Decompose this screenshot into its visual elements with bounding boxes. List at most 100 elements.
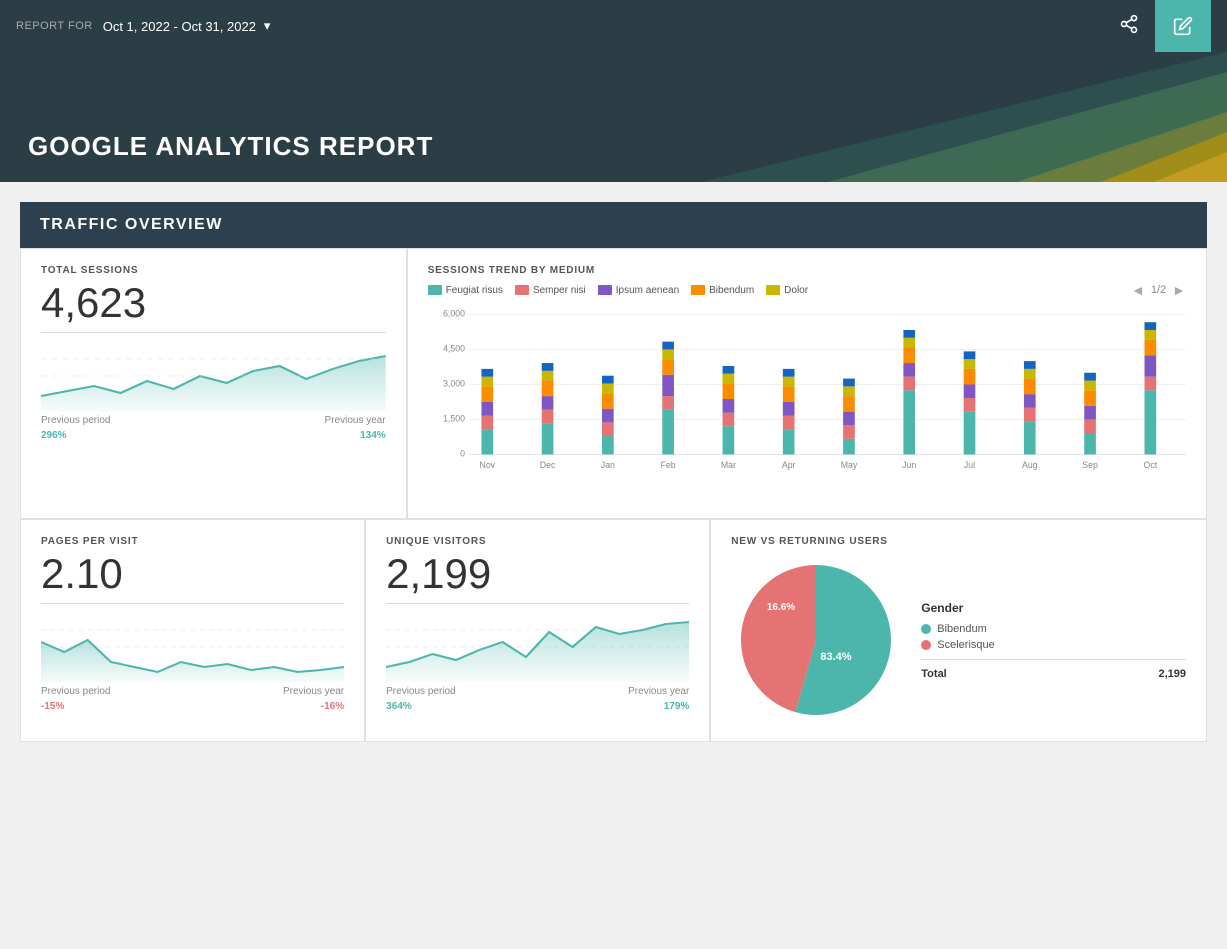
legend-item-dolor: Dolor [766,285,808,296]
legend-scelerisque: Scelerisque [921,639,1186,651]
legend-label-bibendum: Bibendum [709,285,754,296]
total-sessions-card: TOTAL SESSIONS 4,623 [20,248,407,519]
legend-item-ipsum: Ipsum aenean [598,285,679,296]
unique-visitors-footer: Previous period Previous year [386,686,689,697]
top-bar: REPORT FOR Oct 1, 2022 - Oct 31, 2022 ▾ [0,0,1227,52]
top-bar-left: REPORT FOR Oct 1, 2022 - Oct 31, 2022 ▾ [16,18,270,34]
sessions-trend-label: SESSIONS TREND BY MEDIUM [428,265,1186,276]
svg-text:83.4%: 83.4% [821,651,852,663]
share-button[interactable] [1103,6,1155,47]
pie-section: 83.4% 16.6% Gender Bibendum Scelerisque [731,555,1186,725]
new-vs-returning-label: NEW VS RETURNING USERS [731,536,1186,547]
gender-title: Gender [921,601,1186,615]
legend-swatch-bibendum [691,285,705,295]
scelerisque-label: Scelerisque [937,639,994,651]
date-range-selector[interactable]: Oct 1, 2022 - Oct 31, 2022 ▾ [103,18,271,34]
pages-per-visit-value: 2.10 [41,553,344,595]
legend-swatch-feugiat [428,285,442,295]
total-value: 2,199 [1158,668,1186,680]
prev-year-value: 134% [360,430,386,441]
bibendum-label: Bibendum [937,623,987,635]
section-title: TRAFFIC OVERVIEW [40,216,223,233]
uv-prev-period-label: Previous period [386,686,455,697]
pages-per-visit-card: PAGES PER VISIT 2.10 [20,519,365,742]
svg-text:6,000: 6,000 [443,308,465,318]
report-for-label: REPORT FOR [16,20,93,32]
bibendum-dot [921,624,931,634]
svg-text:Jul: Jul [964,460,975,470]
svg-text:16.6%: 16.6% [767,602,795,613]
bar-chart: 6,000 4,500 3,000 1,500 0 [428,302,1186,497]
ppv-prev-year-value: -16% [321,701,344,712]
ppv-prev-year-label: Previous year [283,686,344,697]
prev-year-label: Previous year [325,415,386,426]
content-area: TRAFFIC OVERVIEW TOTAL SESSIONS 4,623 [0,182,1227,742]
unique-visitors-sparkline [386,612,689,682]
ppv-prev-period-label: Previous period [41,686,110,697]
svg-text:Jan: Jan [600,460,614,470]
svg-text:Oct: Oct [1143,460,1157,470]
legend-item-feugiat: Feugiat risus [428,285,503,296]
page-indicator: ◄ 1/2 ► [1131,282,1186,298]
page-number: 1/2 [1151,284,1166,296]
next-page-button[interactable]: ► [1172,282,1186,298]
legend-label-ipsum: Ipsum aenean [616,285,679,296]
pie-legend: Gender Bibendum Scelerisque Total 2,199 [921,601,1186,680]
legend-item-bibendum: Bibendum [691,285,754,296]
total-sessions-label: TOTAL SESSIONS [41,265,386,276]
prev-period-value: 296% [41,430,67,441]
pie-chart: 83.4% 16.6% [731,555,901,725]
top-cards-row: TOTAL SESSIONS 4,623 [20,248,1207,519]
trend-legend: Feugiat risus Semper nisi Ipsum aenean B… [428,282,1186,298]
legend-label-dolor: Dolor [784,285,808,296]
total-row: Total 2,199 [921,668,1186,680]
svg-text:3,000: 3,000 [443,378,465,388]
uv-prev-year-label: Previous year [628,686,689,697]
header-banner: GOOGLE ANALYTICS REPORT [0,52,1227,182]
uv-prev-period-value: 364% [386,701,412,712]
legend-bibendum: Bibendum [921,623,1186,635]
svg-text:Apr: Apr [782,460,796,470]
section-header: TRAFFIC OVERVIEW [20,202,1207,248]
ppv-prev-period-value: -15% [41,701,64,712]
top-bar-right [1103,0,1211,52]
svg-text:1,500: 1,500 [443,413,465,423]
legend-swatch-ipsum [598,285,612,295]
total-sessions-value: 4,623 [41,282,386,324]
date-range-text: Oct 1, 2022 - Oct 31, 2022 [103,19,256,34]
pages-per-visit-label: PAGES PER VISIT [41,536,344,547]
legend-label-feugiat: Feugiat risus [446,285,503,296]
legend-swatch-semper [515,285,529,295]
svg-text:May: May [840,460,857,470]
unique-visitors-label: UNIQUE VISITORS [386,536,689,547]
svg-text:Aug: Aug [1022,460,1038,470]
unique-visitors-value: 2,199 [386,553,689,595]
total-label: Total [921,668,946,680]
sessions-trend-card: SESSIONS TREND BY MEDIUM Feugiat risus S… [407,248,1207,519]
pages-per-visit-footer: Previous period Previous year [41,686,344,697]
edit-button[interactable] [1155,0,1211,52]
legend-item-semper: Semper nisi [515,285,586,296]
total-sessions-footer-values: 296% 134% [41,430,386,441]
svg-text:0: 0 [460,448,465,458]
svg-text:Mar: Mar [721,460,736,470]
pages-per-visit-sparkline [41,612,344,682]
legend-label-semper: Semper nisi [533,285,586,296]
unique-visitors-card: UNIQUE VISITORS 2,199 [365,519,710,742]
total-sessions-sparkline [41,341,386,411]
scelerisque-dot [921,640,931,650]
svg-text:Feb: Feb [660,460,675,470]
bottom-cards-row: PAGES PER VISIT 2.10 [20,519,1207,742]
uv-prev-year-value: 179% [664,701,690,712]
page-title: GOOGLE ANALYTICS REPORT [28,131,433,162]
svg-text:4,500: 4,500 [443,343,465,353]
unique-visitors-footer-values: 364% 179% [386,701,689,712]
total-sessions-footer: Previous period Previous year [41,415,386,426]
prev-period-label: Previous period [41,415,110,426]
pages-per-visit-footer-values: -15% -16% [41,701,344,712]
svg-text:Jun: Jun [902,460,916,470]
svg-text:Sep: Sep [1082,460,1098,470]
legend-swatch-dolor [766,285,780,295]
new-vs-returning-card: NEW VS RETURNING USERS 83.4% 16.6% [710,519,1207,742]
prev-page-button[interactable]: ◄ [1131,282,1145,298]
